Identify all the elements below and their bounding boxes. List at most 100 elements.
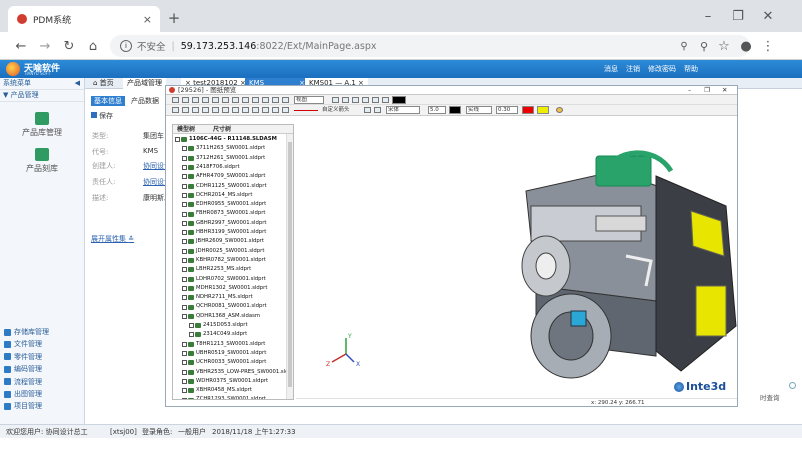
checkbox-icon[interactable]	[189, 332, 194, 338]
tree-item[interactable]: WDHR0375_SW0001.sldprt	[182, 377, 268, 386]
curve-icon[interactable]	[252, 107, 259, 113]
message-link[interactable]: 消息	[604, 64, 618, 74]
checkbox-icon[interactable]	[182, 183, 187, 189]
tree-item[interactable]: 2314C049.sldprt	[189, 330, 247, 339]
change-password-link[interactable]: 修改密码	[648, 64, 676, 74]
tree-item[interactable]: JDHR0025_SW0001.sldprt	[182, 247, 264, 256]
checkbox-icon[interactable]	[182, 155, 187, 161]
ellipse-icon[interactable]	[212, 107, 219, 113]
section-icon[interactable]	[232, 97, 239, 103]
nav-project[interactable]: 项目管理	[0, 400, 85, 412]
address-input[interactable]: i 不安全 | 59.173.253.146 :8022/Ext/MainPag…	[110, 35, 750, 57]
checkbox-icon[interactable]	[182, 304, 187, 310]
checkbox-icon[interactable]	[182, 369, 187, 375]
checkbox-icon[interactable]	[182, 276, 187, 282]
markup-icon[interactable]	[172, 107, 179, 113]
checkbox-icon[interactable]	[182, 258, 187, 264]
tab-home[interactable]: ⌂ 首页	[89, 78, 118, 89]
arrow-icon[interactable]	[242, 107, 249, 113]
view-select[interactable]: 视图	[294, 96, 324, 104]
checkbox-icon[interactable]	[182, 360, 187, 366]
tree-item[interactable]: 3711H263_SW0001.sldprt	[182, 144, 265, 153]
side-query-icon[interactable]	[789, 382, 796, 389]
prev-icon[interactable]	[272, 97, 279, 103]
tree-item[interactable]: AFHR4709_SW0001.sldprt	[182, 172, 265, 181]
settings-icon[interactable]	[556, 107, 563, 113]
size-select[interactable]: 5.0	[428, 106, 446, 114]
checkbox-icon[interactable]	[182, 174, 187, 180]
text-icon[interactable]	[232, 107, 239, 113]
checkbox-icon[interactable]	[182, 341, 187, 347]
checkbox-icon[interactable]	[182, 192, 187, 198]
tree-item[interactable]: UBHR0519_SW0001.sldprt	[182, 349, 266, 358]
forward-icon[interactable]: →	[36, 36, 54, 56]
wireframe-icon[interactable]	[252, 97, 259, 103]
rotate-icon[interactable]	[192, 97, 199, 103]
tree-item[interactable]: DCHR2014_MS.sldprt	[182, 191, 252, 200]
tree-item[interactable]: 3712H261_SW0001.sldprt	[182, 154, 265, 163]
tree-root[interactable]: 1106C-44G - R11148.SLDASM	[175, 135, 277, 144]
3d-viewport[interactable]: Y Z X Inte3d	[296, 116, 737, 398]
tree-item[interactable]: CDHR1125_SW0001.sldprt	[182, 182, 267, 191]
stroke-color-select[interactable]	[449, 106, 461, 114]
tree-item[interactable]: LDHR0702_SW0001.sldprt	[182, 275, 266, 284]
checkbox-icon[interactable]	[182, 230, 187, 236]
logout-link[interactable]: 注销	[626, 64, 640, 74]
nav-drawing[interactable]: 出图管理	[0, 388, 85, 400]
tree-item[interactable]: GBHR2997_SW0001.sldprt	[182, 219, 267, 228]
checkbox-icon[interactable]	[189, 323, 194, 329]
checkbox-icon[interactable]	[182, 211, 187, 217]
nav-workflow[interactable]: 流程管理	[0, 376, 85, 388]
tree-item[interactable]: UCHR0033_SW0001.sldprt	[182, 358, 266, 367]
engine-model[interactable]: Y Z X	[296, 116, 737, 398]
browser-tab[interactable]: PDM系统 ×	[8, 6, 160, 32]
tool-product-engrave[interactable]: 产品刻库	[0, 148, 84, 174]
tab-model-tree[interactable]: 模型树	[177, 125, 195, 134]
sidebar-section-product[interactable]: ▼ 产品管理	[0, 90, 84, 102]
step-icon[interactable]	[342, 97, 349, 103]
note-icon[interactable]	[282, 107, 289, 113]
viewer-close-icon[interactable]: ✕	[722, 86, 727, 95]
font-select[interactable]: 宋体	[386, 106, 420, 114]
close-icon[interactable]: ×	[143, 13, 152, 26]
circle-icon[interactable]	[202, 107, 209, 113]
fill-color-select[interactable]	[522, 106, 534, 114]
zoom-icon[interactable]: ⚲	[696, 36, 712, 56]
viewer-minimize-icon[interactable]: –	[688, 86, 691, 95]
tree-item[interactable]: VBHR2535_LOW-PRES_SW0001.sldp	[182, 368, 292, 377]
help-link[interactable]: 帮助	[684, 64, 698, 74]
checkbox-icon[interactable]	[182, 285, 187, 291]
maximize-icon[interactable]: ❐	[728, 6, 748, 26]
tree-item[interactable]: NDHR2711_MS.sldprt	[182, 293, 253, 302]
fit-view-icon[interactable]	[182, 97, 189, 103]
checkbox-icon[interactable]	[182, 295, 187, 301]
tree-item[interactable]: LBHR2253_MS.sldprt	[182, 265, 251, 274]
home-icon[interactable]: ⌂	[84, 36, 102, 56]
collapse-icon[interactable]: ◀	[75, 78, 80, 89]
highlight-color-select[interactable]	[537, 106, 549, 114]
checkbox-icon[interactable]	[182, 220, 187, 226]
checkbox-icon[interactable]	[182, 248, 187, 254]
nav-file[interactable]: 文件管理	[0, 338, 85, 350]
tree-item[interactable]: QCHR0081_SW0001.sldprt	[182, 302, 267, 311]
zoom-window-icon[interactable]	[202, 97, 209, 103]
tree-item[interactable]: T8HR1213_SW0001.sldprt	[182, 340, 265, 349]
tree-item[interactable]: JBHR2609_SW0001.sldprt	[182, 237, 264, 246]
minimize-icon[interactable]: –	[698, 6, 718, 26]
grid-icon[interactable]	[372, 97, 379, 103]
shade-icon[interactable]	[262, 97, 269, 103]
checkbox-icon[interactable]	[182, 146, 187, 152]
tree-item[interactable]: EDHR0955_SW0001.sldprt	[182, 200, 266, 209]
line-icon[interactable]	[362, 97, 369, 103]
info-icon[interactable]: i	[120, 40, 132, 52]
side-query-text[interactable]: 时查询	[760, 392, 780, 402]
tree-item[interactable]: 2418F706.sldprt	[182, 163, 240, 172]
copy-icon[interactable]	[182, 107, 189, 113]
tab-dimension-tree[interactable]: 尺寸树	[213, 125, 231, 134]
checkbox-icon[interactable]	[182, 313, 187, 319]
explode-icon[interactable]	[242, 97, 249, 103]
bookmark-star-icon[interactable]: ☆	[716, 36, 732, 56]
tree-item[interactable]: KBHR0782_SW0001.sldprt	[182, 256, 266, 265]
rect-icon[interactable]	[222, 107, 229, 113]
arrow-style-icon[interactable]	[364, 107, 371, 113]
